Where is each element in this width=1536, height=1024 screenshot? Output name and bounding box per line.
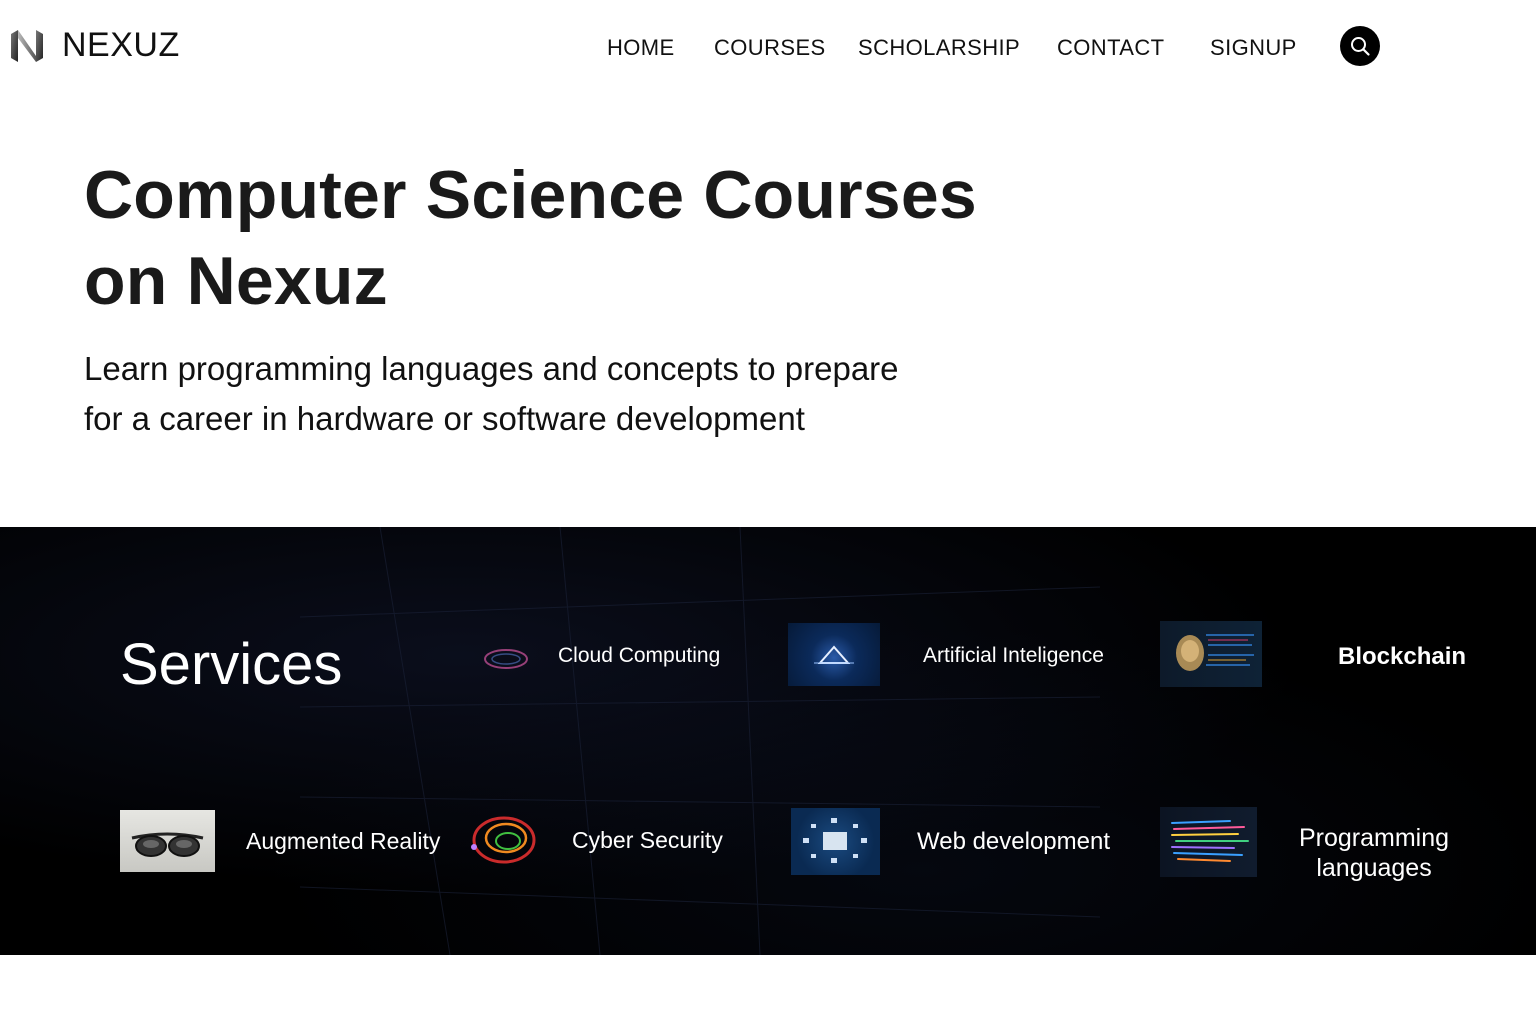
search-button[interactable] (1340, 26, 1380, 66)
service-label: Programming languages (1299, 823, 1449, 883)
service-artificial-inteligence[interactable]: Artificial Inteligence (788, 623, 1118, 687)
services-section: Services Cloud Computing Artificial Inte… (0, 527, 1536, 955)
background-grid (299, 527, 1101, 955)
hero-subtitle-line-1: Learn programming languages and concepts… (84, 350, 899, 387)
service-programming-languages[interactable]: Programming languages (1160, 807, 1470, 887)
nav-courses-link[interactable]: COURSES (714, 35, 826, 61)
ai-triangle-image (788, 623, 880, 686)
service-label: Cloud Computing (558, 644, 721, 667)
services-title: Services (120, 632, 343, 697)
service-label-line-1: Programming (1299, 824, 1450, 852)
hero-title-line-2: on Nexuz (84, 243, 388, 319)
hero-title-line-1: Computer Science Courses (84, 157, 977, 233)
nav-home-link[interactable]: HOME (607, 35, 675, 61)
service-label: Cyber Security (572, 827, 723, 853)
service-cyber-security[interactable]: Cyber Security (464, 807, 734, 873)
service-blockchain[interactable]: Blockchain (1160, 621, 1466, 687)
top-navigation: NEXUZ HOME COURSES SCHOLARSHIP CONTACT S… (0, 0, 1536, 92)
service-augmented-reality[interactable]: Augmented Reality (120, 810, 450, 872)
ar-glasses-image (120, 810, 215, 872)
nav-scholarship-link[interactable]: SCHOLARSHIP (858, 35, 1020, 61)
code-lines-image (1160, 807, 1257, 877)
nav-signup-link[interactable]: SIGNUP (1210, 35, 1297, 61)
service-label-line-2: languages (1316, 854, 1432, 882)
service-label: Web development (917, 828, 1111, 855)
hero-title: Computer Science Courses on Nexuz (84, 152, 1084, 324)
search-icon (1351, 37, 1370, 56)
nav-contact-link[interactable]: CONTACT (1057, 35, 1165, 61)
brand-name[interactable]: NEXUZ (62, 26, 180, 65)
service-web-development[interactable]: Web development (791, 808, 1131, 876)
web-network-image (791, 808, 880, 875)
blockchain-head-image (1160, 621, 1262, 687)
service-label: Augmented Reality (246, 828, 441, 854)
service-label: Artificial Inteligence (923, 644, 1104, 667)
hero-subtitle: Learn programming languages and concepts… (84, 344, 984, 444)
service-label: Blockchain (1338, 643, 1467, 670)
hero-subtitle-line-2: for a career in hardware or software dev… (84, 400, 805, 437)
cloud-ring-image (472, 629, 542, 685)
nexuz-logo-icon[interactable] (8, 26, 46, 66)
cyber-swirl-image (464, 807, 544, 873)
service-cloud-computing[interactable]: Cloud Computing (472, 623, 732, 693)
